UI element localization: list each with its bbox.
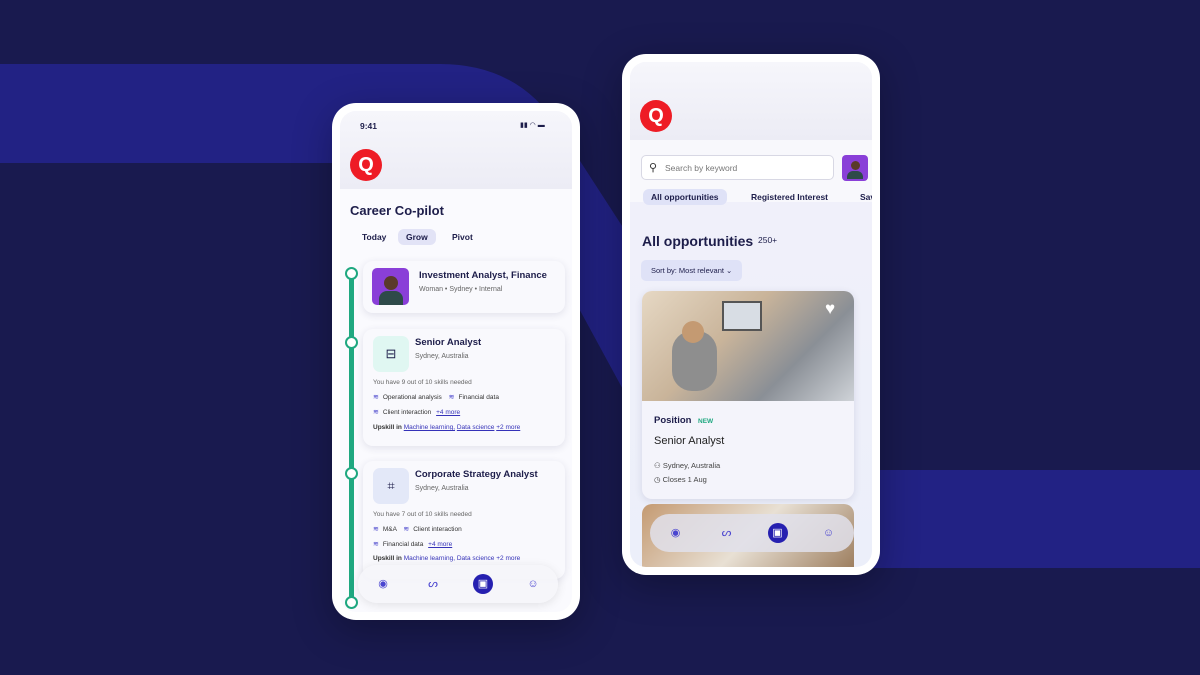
upskill-more-link[interactable]: +2 more	[496, 424, 520, 431]
role-title: Corporate Strategy Analyst	[415, 469, 538, 480]
phone-opportunities: Q ⚲ Search by keyword All opportunities …	[622, 54, 880, 575]
upskill-link[interactable]: Machine learning,	[404, 555, 455, 562]
more-skills-link[interactable]: +4 more	[436, 409, 460, 416]
upskill-link[interactable]: Machine learning,	[404, 424, 455, 431]
job-location: Sydney, Australia	[662, 461, 721, 470]
skill: M&A	[382, 526, 397, 533]
sort-dropdown[interactable]: Sort by: Most relevant ⌄	[641, 260, 743, 281]
timeline-node	[345, 596, 358, 609]
tab-pivot[interactable]: Pivot	[444, 229, 481, 245]
chevron-down-icon: ⌄	[726, 266, 733, 275]
bottom-nav: ◉ ᔕ ▣ ☺	[358, 565, 558, 603]
signal-icon: ≋	[373, 541, 379, 548]
skill: Client interaction	[382, 409, 432, 416]
drive-icon: ⊟	[373, 336, 409, 372]
profile-title: Investment Analyst, Finance	[419, 270, 547, 281]
profile-meta: Woman • Sydney • Internal	[419, 286, 503, 293]
nav-location-icon[interactable]: ◉	[666, 523, 686, 543]
role-card[interactable]: ⊟ Senior Analyst Sydney, Australia You h…	[363, 329, 565, 446]
user-avatar[interactable]	[842, 155, 868, 181]
skill: Operational analysis	[382, 394, 442, 401]
tab-saved[interactable]: Sav	[852, 189, 872, 205]
skills-note: You have 9 out of 10 skills needed	[373, 379, 472, 386]
signal-icon: ≋	[373, 394, 379, 401]
upskill-link[interactable]: Data science	[457, 555, 495, 562]
search-placeholder: Search by keyword	[665, 163, 738, 173]
tab-today[interactable]: Today	[354, 229, 394, 245]
new-badge: NEW	[698, 418, 714, 425]
upskill-more-link[interactable]: +2 more	[496, 555, 520, 562]
role-location: Sydney, Australia	[415, 485, 469, 492]
upskill-label: Upskill in	[373, 424, 402, 431]
signal-icon: ≋	[403, 526, 410, 533]
upskill-link[interactable]: Data science	[457, 424, 495, 431]
nav-route-icon[interactable]: ᔕ	[717, 523, 737, 543]
signal-icon: ≋	[373, 526, 379, 533]
job-closes: Closes 1 Aug	[662, 475, 707, 484]
brand-logo: Q	[350, 149, 382, 181]
clock-icon: ◷	[654, 475, 661, 484]
tab-registered-interest[interactable]: Registered Interest	[743, 189, 836, 205]
signal-icon: ≋	[373, 409, 379, 416]
upskill-label: Upskill in	[373, 555, 402, 562]
presentation-chart-icon: ⌗	[373, 468, 409, 504]
role-title: Senior Analyst	[415, 337, 482, 348]
job-card[interactable]: ♥ Position NEW Senior Analyst ⚇ Sydney, …	[642, 291, 854, 499]
nav-route-icon[interactable]: ᔕ	[423, 574, 443, 594]
skill: Financial data	[458, 394, 499, 401]
status-time: 9:41	[360, 121, 378, 131]
person-pin-icon: ⚇	[654, 461, 661, 470]
search-icon: ⚲	[649, 162, 658, 174]
role-card[interactable]: ⌗ Corporate Strategy Analyst Sydney, Aus…	[363, 461, 565, 579]
timeline-node	[345, 267, 358, 280]
nav-briefcase-icon[interactable]: ▣	[473, 574, 493, 594]
profile-card[interactable]: Investment Analyst, Finance Woman • Sydn…	[363, 261, 565, 313]
job-title: Senior Analyst	[654, 435, 725, 447]
heart-icon[interactable]: ♥	[825, 299, 835, 319]
nav-profile-icon[interactable]: ☺	[523, 574, 543, 594]
result-count: 250+	[758, 235, 778, 245]
job-image	[642, 291, 854, 401]
timeline-node	[345, 336, 358, 349]
timeline-node	[345, 467, 358, 480]
page-title: Career Co-pilot	[350, 203, 444, 218]
status-icons: ▮▮ ◠ ▬	[520, 122, 545, 129]
nav-briefcase-icon[interactable]: ▣	[767, 523, 788, 543]
nav-profile-icon[interactable]: ☺	[819, 523, 839, 543]
avatar	[372, 268, 409, 305]
more-skills-link[interactable]: +4 more	[428, 541, 452, 548]
phone-career-copilot: 9:41 ▮▮ ◠ ▬ Q Career Co-pilot Today Grow…	[332, 103, 580, 620]
skill: Client interaction	[413, 526, 462, 533]
nav-location-icon[interactable]: ◉	[373, 574, 393, 594]
search-input[interactable]: ⚲ Search by keyword	[641, 155, 834, 180]
signal-icon: ≋	[448, 394, 455, 401]
bottom-nav: ◉ ᔕ ▣ ☺	[650, 514, 854, 552]
page-heading: All opportunities	[642, 233, 754, 249]
job-type: Position	[654, 415, 692, 426]
timeline-line	[349, 276, 354, 606]
skill: Financial data	[382, 541, 424, 548]
role-location: Sydney, Australia	[415, 353, 469, 360]
tab-grow[interactable]: Grow	[398, 229, 436, 245]
sort-label: Sort by: Most relevant	[651, 266, 724, 275]
tab-all-opportunities[interactable]: All opportunities	[643, 189, 727, 205]
brand-logo: Q	[640, 100, 672, 132]
skills-note: You have 7 out of 10 skills needed	[373, 511, 472, 518]
background-shape	[0, 64, 1200, 568]
